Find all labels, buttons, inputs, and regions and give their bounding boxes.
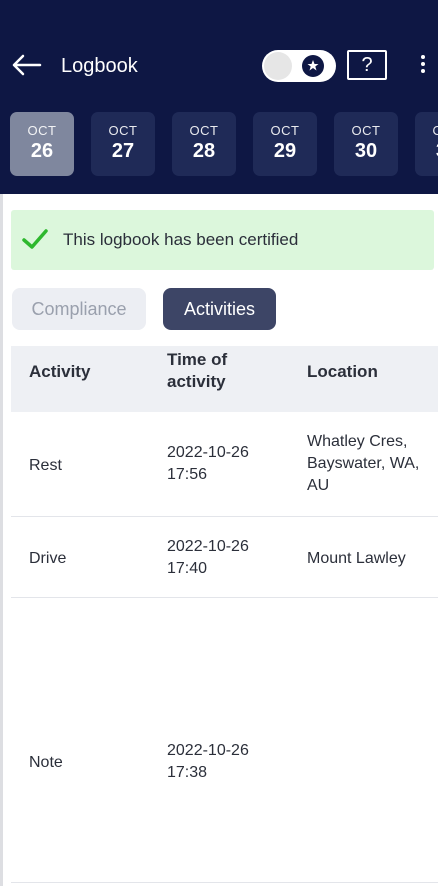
date-day: 30 (354, 140, 378, 162)
date-day: 29 (273, 140, 297, 162)
activities-table: Activity Time of activity Location Rest … (11, 346, 438, 883)
time-cell: 2022-10-26 17:40 (167, 538, 249, 577)
tab-activities[interactable]: Activities (163, 288, 276, 330)
date-chip[interactable]: OCT 30 (334, 112, 398, 176)
certify-toggle[interactable] (262, 50, 336, 82)
time-cell: 2022-10-26 17:38 (167, 742, 249, 781)
date-month: OCT (108, 123, 138, 138)
date-day: 26 (30, 140, 54, 162)
table-row[interactable]: Note 2022-10-26 17:38 (11, 598, 438, 883)
location-cell: Mount Lawley (307, 550, 406, 567)
table-row[interactable]: Rest 2022-10-26 17:56 Whatley Cres, Bays… (11, 412, 438, 517)
date-month: OCT (415, 123, 438, 138)
table-header: Activity Time of activity Location (11, 346, 438, 412)
column-header-activity: Activity (29, 362, 91, 381)
date-day: 27 (111, 140, 135, 162)
activity-cell: Rest (29, 457, 62, 474)
location-cell: Whatley Cres, Bayswater, WA, AU (307, 433, 420, 494)
help-button[interactable]: ? (347, 50, 387, 80)
tab-compliance[interactable]: Compliance (12, 288, 146, 330)
date-day: 28 (192, 140, 216, 162)
date-chip[interactable]: OCT 28 (172, 112, 236, 176)
shield-star-icon (302, 55, 324, 77)
back-arrow-icon[interactable] (10, 52, 42, 78)
certification-banner: This logbook has been certified (11, 210, 434, 270)
date-selector: OCT 26 OCT 27 OCT 28 OCT 29 OCT 30 OCT 31 (10, 112, 438, 176)
date-month: OCT (270, 123, 300, 138)
date-chip[interactable]: OCT 31 (415, 112, 438, 176)
more-options-icon[interactable] (418, 52, 428, 80)
app-header: Logbook ? OCT 26 OCT 27 OCT 28 OCT 29 OCT 30 OCT 31 (0, 0, 438, 194)
column-header-time: Time of activity (167, 350, 228, 391)
page-title: Logbook (61, 55, 138, 77)
column-header-location: Location (307, 362, 378, 381)
top-bar: Logbook ? (0, 0, 438, 130)
date-day: 31 (415, 140, 438, 163)
activity-cell: Note (29, 754, 63, 771)
date-chip[interactable]: OCT 26 (10, 112, 74, 176)
check-icon (22, 229, 48, 249)
toggle-knob (264, 52, 292, 80)
date-month: OCT (189, 123, 219, 138)
table-row[interactable]: Drive 2022-10-26 17:40 Mount Lawley (11, 517, 438, 598)
date-month: OCT (351, 123, 381, 138)
certification-text: This logbook has been certified (63, 230, 299, 249)
date-month: OCT (27, 123, 57, 138)
time-cell: 2022-10-26 17:56 (167, 444, 249, 483)
activity-cell: Drive (29, 550, 67, 567)
date-chip[interactable]: OCT 29 (253, 112, 317, 176)
date-chip[interactable]: OCT 27 (91, 112, 155, 176)
